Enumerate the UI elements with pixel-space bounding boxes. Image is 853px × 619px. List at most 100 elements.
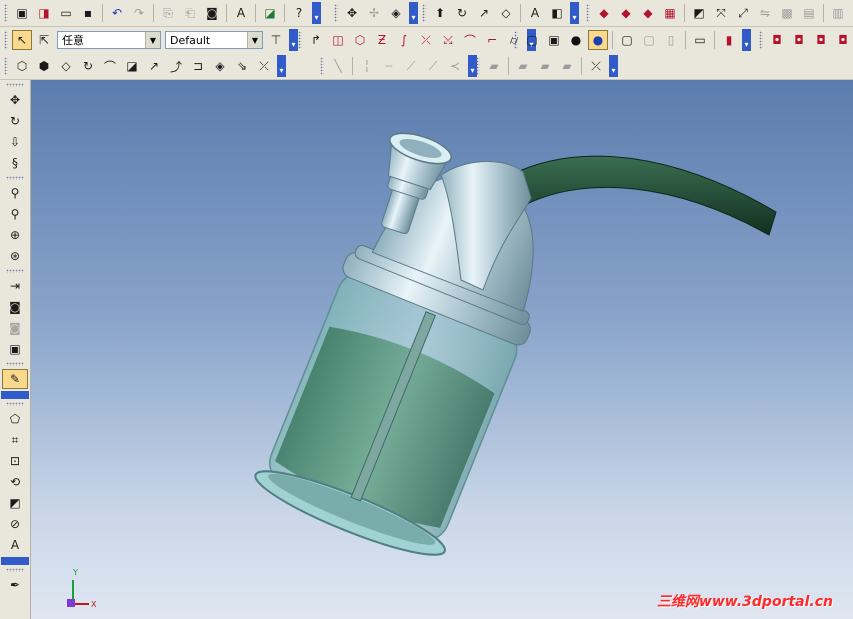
toolbar-options-chevron[interactable]: ▾	[312, 2, 321, 24]
zoom-icon[interactable]: ⚲	[2, 183, 28, 203]
find-text-icon[interactable]: A	[231, 3, 251, 23]
paste-props-icon[interactable]: ⎗	[180, 3, 200, 23]
select-filter-icon[interactable]: ⇱	[34, 30, 54, 50]
pointer-icon[interactable]: ↖	[12, 30, 32, 50]
box-wire-icon[interactable]: ▣	[544, 30, 564, 50]
pattern-icon[interactable]: ▩	[777, 3, 797, 23]
spin-icon[interactable]: §	[2, 153, 28, 173]
camera-icon[interactable]: ◙	[202, 3, 222, 23]
texture-paint-icon[interactable]: ✎	[2, 369, 28, 389]
zoom-fit-icon[interactable]: ⊕	[2, 225, 28, 245]
transform-icon[interactable]: ⤧	[711, 3, 731, 23]
curve-6-icon[interactable]: ◪	[122, 56, 142, 76]
scale-icon[interactable]: ⤢	[733, 3, 753, 23]
curve-8-icon[interactable]: ⤴	[166, 56, 186, 76]
bisector-icon[interactable]: ≺	[445, 56, 465, 76]
sketch-polygon-icon[interactable]: ⬡	[350, 30, 370, 50]
shade-2-icon[interactable]: ◘	[789, 30, 809, 50]
select-mode-dropdown[interactable]: 任意 ▼	[57, 31, 161, 49]
new-doc-icon[interactable]: ▣	[12, 3, 32, 23]
extend-icon[interactable]: ⤩	[438, 30, 458, 50]
light-icon[interactable]: ◙	[2, 318, 28, 338]
toolbar-grip[interactable]	[6, 362, 24, 366]
loft-icon[interactable]: ◇	[496, 3, 516, 23]
revolve-icon[interactable]: ↻	[452, 3, 472, 23]
zoom-window-icon[interactable]: ⚲	[2, 204, 28, 224]
edit-face-icon[interactable]: ◩	[689, 3, 709, 23]
move-tool-icon[interactable]: ✢	[364, 3, 384, 23]
text-tool-icon[interactable]: A	[2, 535, 28, 555]
toolbar-grip[interactable]	[759, 31, 763, 49]
curve-4-icon[interactable]: ↻	[78, 56, 98, 76]
tree-icon[interactable]: ⊤	[266, 30, 286, 50]
walk-icon[interactable]: ⇩	[2, 132, 28, 152]
shade-1-icon[interactable]: ◘	[767, 30, 787, 50]
extrude-icon[interactable]: ⬆	[430, 3, 450, 23]
angle-line-icon[interactable]: ⟋	[401, 56, 421, 76]
toolbar-grip[interactable]	[4, 31, 8, 49]
save-icon[interactable]: ▪	[78, 3, 98, 23]
chevron-down-icon[interactable]: ▼	[145, 32, 160, 48]
toolbar-grip[interactable]	[4, 57, 8, 75]
display-icon[interactable]: ▭	[690, 30, 710, 50]
chamfer-icon[interactable]: ⌐	[482, 30, 502, 50]
fillet-icon[interactable]: ⌒	[460, 30, 480, 50]
part-icon-1[interactable]: ▰	[484, 56, 504, 76]
curve-10-icon[interactable]: ◈	[210, 56, 230, 76]
toolbar-grip[interactable]	[422, 4, 426, 22]
front-view-icon[interactable]: ▢	[639, 30, 659, 50]
iso-view-icon[interactable]: ▢	[617, 30, 637, 50]
edge-icon[interactable]: ◩	[2, 493, 28, 513]
text-icon[interactable]: A	[525, 3, 545, 23]
shaded-red-icon[interactable]: ◆	[594, 3, 614, 23]
rotate-face-icon[interactable]: ⟲	[2, 472, 28, 492]
sketch-rect-icon[interactable]: ◫	[328, 30, 348, 50]
polyline-icon[interactable]: ╎	[357, 56, 377, 76]
toolbar-options-chevron[interactable]: ▾	[277, 55, 286, 77]
box-view-icon[interactable]: ▢	[522, 30, 542, 50]
undo-icon[interactable]: ↶	[107, 3, 127, 23]
toolbar-grip[interactable]	[6, 568, 24, 572]
orbit-icon[interactable]: ⊛	[2, 246, 28, 266]
toolbar-grip[interactable]	[6, 269, 24, 273]
shaded-solid-icon[interactable]: ◆	[638, 3, 658, 23]
mirror-icon[interactable]: ⇋	[755, 3, 775, 23]
eyedropper-icon[interactable]: ✒	[2, 575, 28, 595]
pan-icon[interactable]: ✥	[2, 90, 28, 110]
3d-viewport[interactable]: Y X 三维网www.3dportal.cn	[31, 80, 853, 619]
curve-2-icon[interactable]: ⬢	[34, 56, 54, 76]
smart-select-icon[interactable]: ⬠	[2, 409, 28, 429]
copy-props-icon[interactable]: ⎘	[158, 3, 178, 23]
shade-3-icon[interactable]: ◘	[811, 30, 831, 50]
toolbar-options-chevron[interactable]	[1, 557, 29, 565]
toolbar-grip[interactable]	[514, 31, 518, 49]
toolbar-options-chevron[interactable]: ▾	[742, 29, 751, 51]
toolbar-options-chevron[interactable]: ▾	[570, 2, 579, 24]
curve-1-icon[interactable]: ⬡	[12, 56, 32, 76]
red-box-icon[interactable]: ▮	[719, 30, 739, 50]
curve-9-icon[interactable]: ⊐	[188, 56, 208, 76]
dash-line-icon[interactable]: ┄	[379, 56, 399, 76]
measure-icon[interactable]: ◪	[260, 3, 280, 23]
look-at-icon[interactable]: ⇥	[2, 276, 28, 296]
side-view-icon[interactable]: ▯	[661, 30, 681, 50]
toolbar-grip[interactable]	[6, 83, 24, 87]
toolbar-options-chevron[interactable]	[1, 391, 29, 399]
filter-dropdown[interactable]: Default ▼	[165, 31, 263, 49]
sphere-black-icon[interactable]: ●	[566, 30, 586, 50]
toolbar-grip[interactable]	[334, 4, 338, 22]
tangent-icon[interactable]: ⟋	[423, 56, 443, 76]
sketch-icon[interactable]: ↱	[306, 30, 326, 50]
hatch-icon[interactable]: ▦	[660, 3, 680, 23]
section-icon[interactable]: ◧	[547, 3, 567, 23]
toolbar-grip[interactable]	[476, 57, 480, 75]
line-tool-icon[interactable]: ╲	[328, 56, 348, 76]
help-cursor-icon[interactable]: ?	[289, 3, 309, 23]
toolbar-grip[interactable]	[4, 4, 8, 22]
toolbar-grip[interactable]	[6, 176, 24, 180]
curve-12-icon[interactable]: ⤫	[254, 56, 274, 76]
curve-7-icon[interactable]: ↗	[144, 56, 164, 76]
camera-view-icon[interactable]: ◙	[2, 297, 28, 317]
crop-icon[interactable]: ⌗	[2, 430, 28, 450]
toolbar-grip[interactable]	[586, 4, 590, 22]
